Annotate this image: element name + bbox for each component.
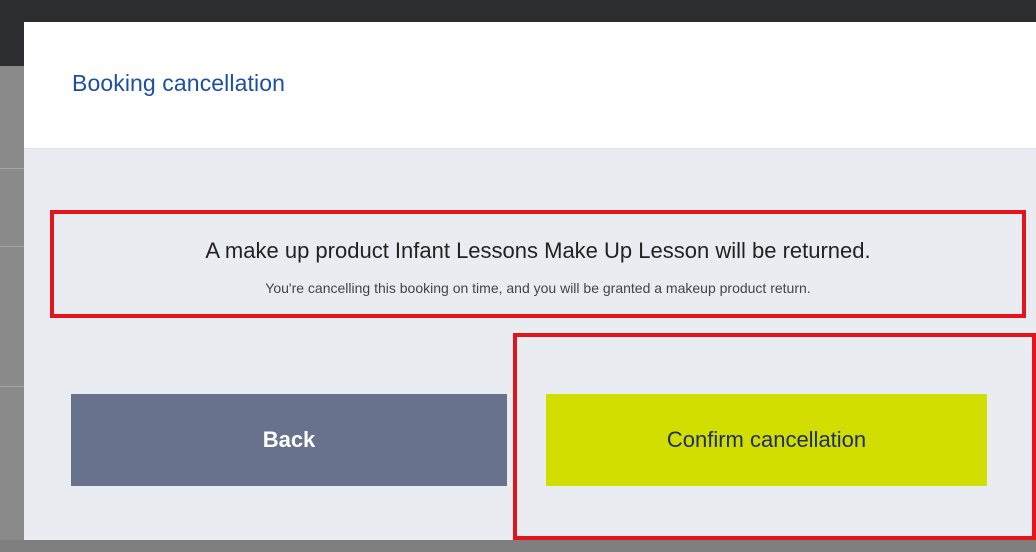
return-message: A make up product Infant Lessons Make Up… <box>205 238 871 263</box>
dialog-header: Booking cancellation <box>24 22 1036 149</box>
cancellation-dialog: Booking cancellation A make up product I… <box>24 22 1036 540</box>
return-submessage: You're cancelling this booking on time, … <box>265 280 811 296</box>
background-divider <box>0 246 24 247</box>
confirm-cancellation-button[interactable]: Confirm cancellation <box>546 394 987 486</box>
back-button[interactable]: Back <box>71 394 507 486</box>
background-divider <box>0 168 24 169</box>
dialog-title: Booking cancellation <box>72 70 285 96</box>
cancellation-message-highlight: A make up product Infant Lessons Make Up… <box>50 210 1026 318</box>
background-divider <box>0 386 24 387</box>
background-bottom-strip <box>0 540 1036 552</box>
